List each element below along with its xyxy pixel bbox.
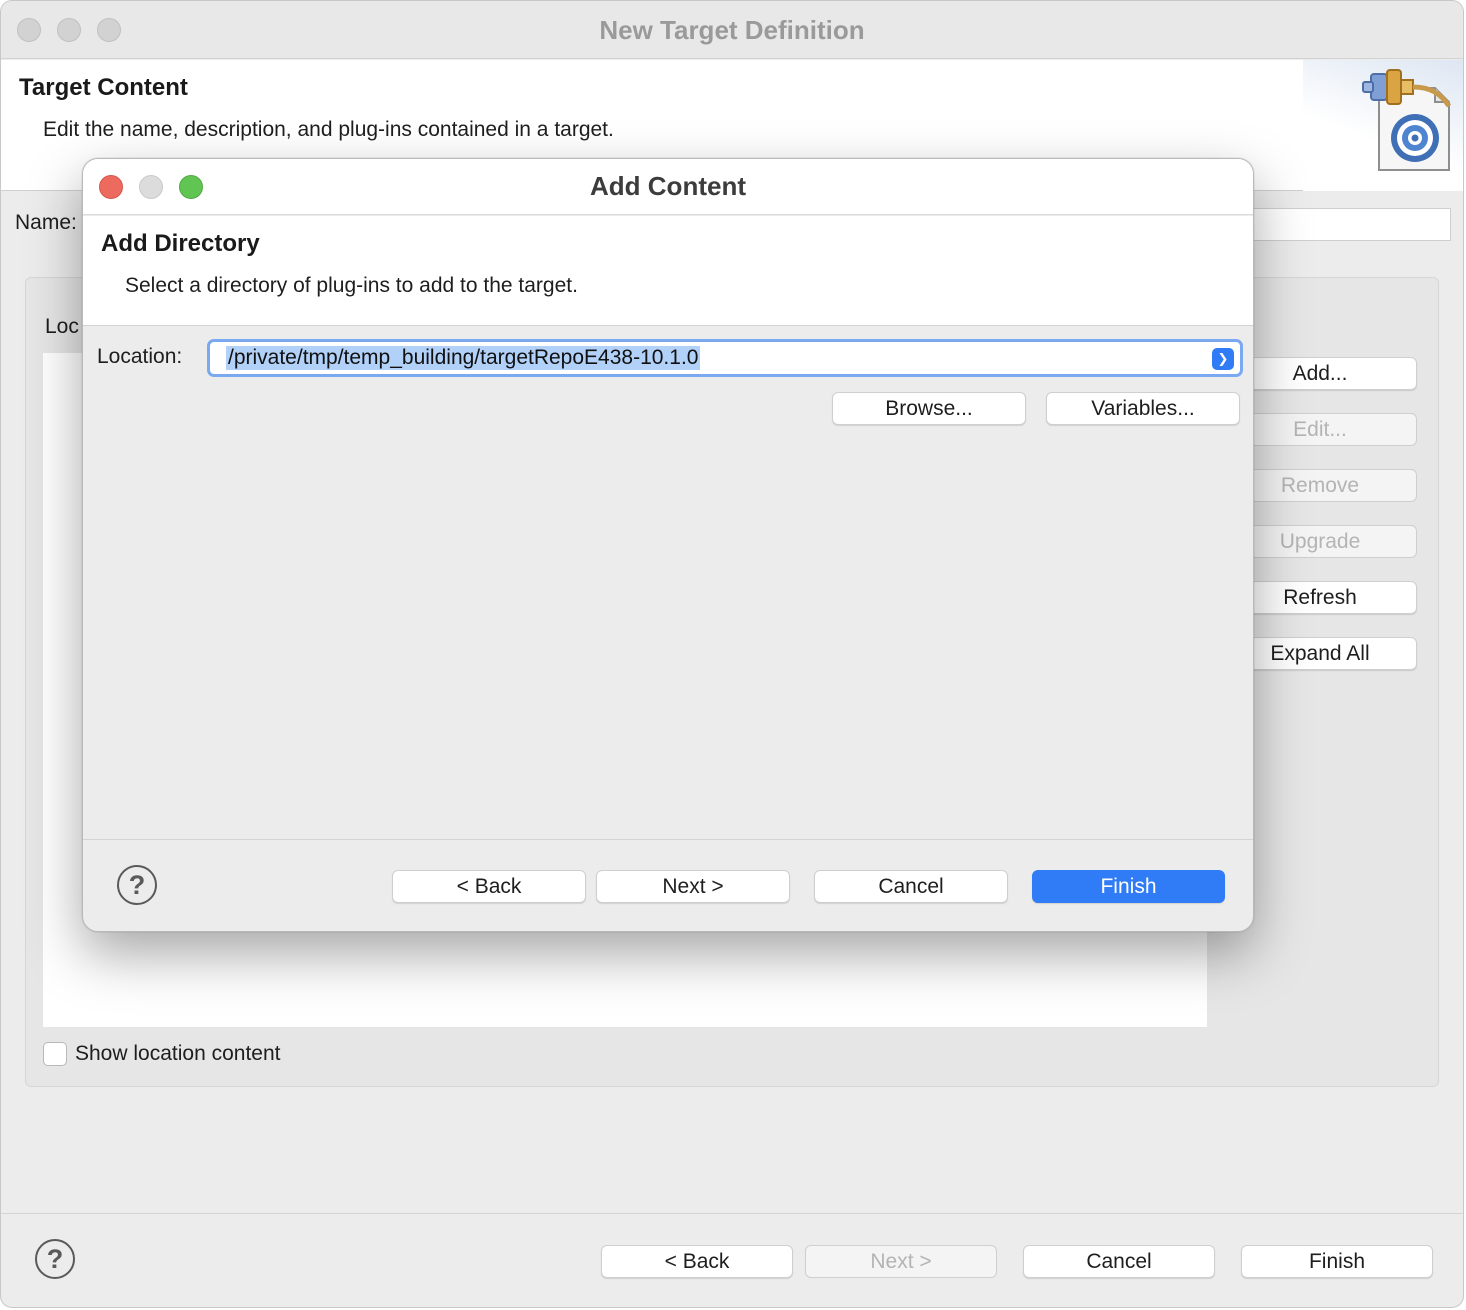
name-label: Name: — [15, 211, 77, 234]
finish-button[interactable]: Finish — [1241, 1245, 1433, 1278]
dialog-header-title: Add Directory — [101, 230, 260, 257]
page-title: Target Content — [19, 74, 188, 101]
location-label: Location: — [97, 345, 183, 368]
help-icon[interactable]: ? — [35, 1239, 75, 1279]
dialog-back-button[interactable]: < Back — [392, 870, 586, 903]
dialog-header-description: Select a directory of plug-ins to add to… — [125, 274, 578, 297]
chevron-down-icon[interactable]: ❯ — [1212, 348, 1234, 370]
name-field[interactable] — [1251, 208, 1451, 241]
dialog-help-icon[interactable]: ? — [117, 865, 157, 905]
window-titlebar: New Target Definition — [1, 1, 1463, 59]
footer-divider — [1, 1213, 1463, 1214]
dialog-next-button[interactable]: Next > — [596, 870, 790, 903]
location-value[interactable]: /private/tmp/temp_building/targetRepoE43… — [226, 346, 701, 370]
dialog-header: Add Directory Select a directory of plug… — [83, 216, 1253, 326]
variables-button[interactable]: Variables... — [1046, 392, 1240, 425]
wizard-banner — [1303, 60, 1463, 191]
location-combo[interactable]: /private/tmp/temp_building/targetRepoE43… — [207, 339, 1243, 377]
dialog-finish-button[interactable]: Finish — [1032, 870, 1225, 903]
show-location-content-label: Show location content — [75, 1042, 281, 1065]
window-title: New Target Definition — [599, 15, 865, 45]
back-button[interactable]: < Back — [601, 1245, 793, 1278]
show-location-content-checkbox[interactable] — [43, 1042, 67, 1066]
dialog-footer-divider — [83, 839, 1253, 840]
target-definition-icon — [1362, 69, 1452, 171]
add-content-dialog: Add Content Add Directory Select a direc… — [82, 158, 1254, 932]
browse-button[interactable]: Browse... — [832, 392, 1026, 425]
page-description: Edit the name, description, and plug-ins… — [43, 118, 614, 141]
dialog-cancel-button[interactable]: Cancel — [814, 870, 1008, 903]
dialog-title: Add Content — [590, 171, 746, 201]
next-button[interactable]: Next > — [805, 1245, 997, 1278]
cancel-button[interactable]: Cancel — [1023, 1245, 1215, 1278]
locations-label: Loc — [45, 315, 79, 338]
dialog-titlebar: Add Content — [83, 159, 1253, 215]
